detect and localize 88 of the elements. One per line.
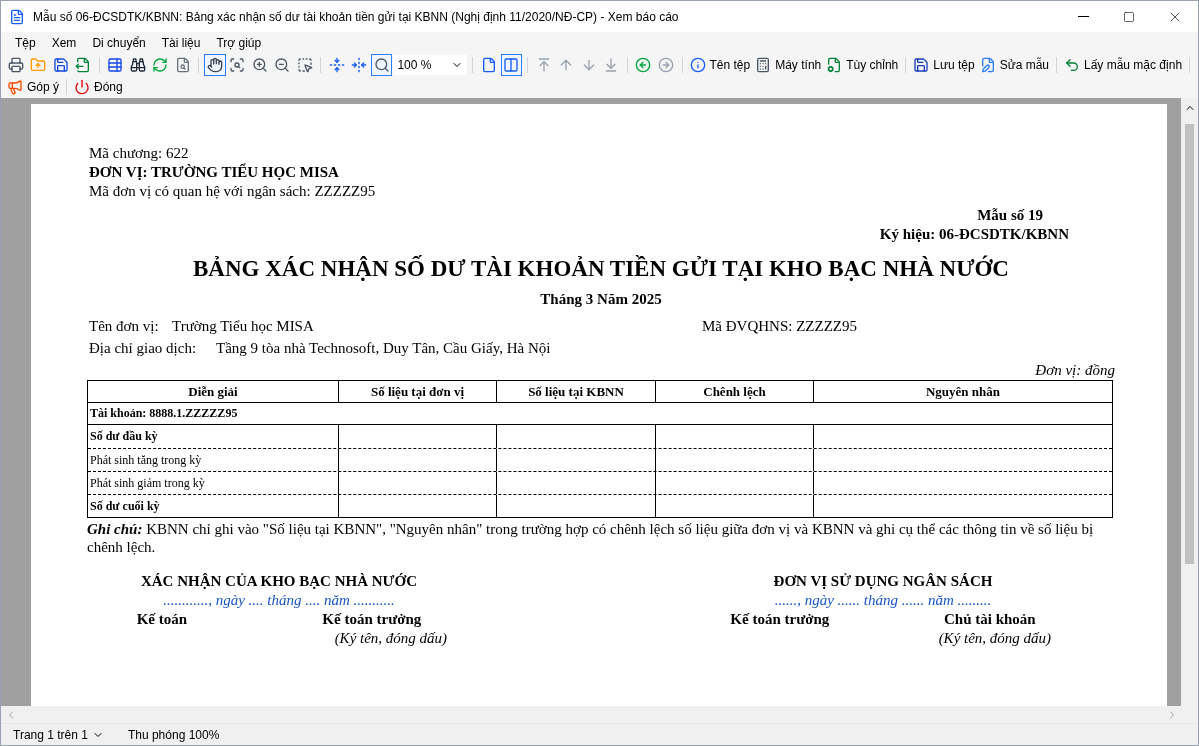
- note-paragraph: Ghi chú: KBNN chỉ ghi vào "Số liệu tại KBNN", "Nguyên nhân" trong trường hợp có chênh lệch số liệu giữa đơn vị và KBNN và ghi cụ thể các thông tin về số liệu bị chênh lệch.: [87, 520, 1095, 556]
- megaphone-icon: [7, 79, 23, 95]
- signature-hint: (Ký tên, đóng dấu): [334, 629, 448, 648]
- export-icon: [74, 57, 91, 73]
- column-header: Nguyên nhân: [813, 381, 1112, 402]
- two-page-icon: [503, 57, 520, 73]
- date-line: ......, ngày ...... tháng ...... năm .........: [774, 591, 992, 610]
- fit-width-icon: [351, 57, 368, 73]
- actual-size-button[interactable]: [371, 54, 393, 76]
- single-page-icon: [481, 57, 498, 73]
- signer-role: Kế toán trưởng: [730, 610, 830, 629]
- column-header: Diễn giải: [187, 383, 239, 401]
- zoom-combo[interactable]: 100 %: [393, 55, 468, 75]
- vertical-scrollbar[interactable]: [1181, 98, 1198, 706]
- zoom-in-icon: [251, 57, 268, 73]
- back-icon: [635, 57, 652, 73]
- zoom-fit-icon: [229, 57, 246, 73]
- toolbar-button[interactable]: Máy tính: [753, 54, 824, 76]
- hand-button[interactable]: [204, 54, 226, 76]
- unit-value: Trường Tiểu học MISA: [172, 317, 315, 336]
- toolbar-button[interactable]: Tùy chỉnh: [824, 54, 901, 76]
- two-page-button[interactable]: [500, 54, 523, 76]
- printer-icon: [7, 57, 24, 73]
- maximize-icon: [1123, 10, 1135, 23]
- actual-size-icon: [373, 57, 390, 73]
- date-line: ............, ngày .... tháng .... năm ...........: [163, 591, 395, 610]
- form-code: Ký hiệu: 06-ĐCSDTK/KBNN: [879, 225, 1069, 244]
- row-label: Số dư đầu kỳ: [90, 428, 158, 445]
- signer-role: Kế toán trưởng: [322, 610, 422, 629]
- menu-item[interactable]: Xem: [45, 34, 83, 52]
- form-number: Mẫu số 19: [977, 206, 1044, 225]
- menu-item[interactable]: Di chuyển: [86, 34, 152, 52]
- customize-icon: [826, 57, 843, 73]
- calculator-icon: [755, 57, 772, 73]
- signature-heading: XÁC NHẬN CỦA KHO BẠC NHÀ NƯỚC: [140, 572, 418, 591]
- row-label: Phát sinh tăng trong kỳ: [90, 451, 202, 469]
- toolbar-button[interactable]: Lấy mẫu mặc định: [1062, 54, 1185, 76]
- signature-heading: ĐƠN VỊ SỬ DỤNG NGÂN SÁCH: [773, 572, 993, 591]
- row-label: Phát sinh giảm trong kỳ: [90, 474, 205, 492]
- address-value: Tầng 9 tòa nhà Technosoft, Duy Tân, Cầu Giấy, Hà Nội: [216, 339, 551, 358]
- window-title: Mẫu số 06-ĐCSDTK/KBNN: Bảng xác nhận số dư tài khoản tiền gửi tại KBNN (Nghị định 11/2020/NĐ-CP) - Xem báo cáo: [33, 8, 680, 26]
- binoculars-icon: [129, 57, 146, 73]
- info-icon: [689, 57, 706, 73]
- zoom-area-icon: [296, 57, 313, 73]
- account-label: Tài khoản: 8888.1.ZZZZZ95: [90, 405, 238, 422]
- page-indicator[interactable]: Trang 1 trên 1: [13, 725, 104, 744]
- hand-icon: [206, 57, 223, 73]
- column-header: Số liệu tại KBNN: [496, 381, 655, 402]
- report-title: BẢNG XÁC NHẬN SỐ DƯ TÀI KHOẢN TIỀN GỬI TẠI KHO BẠC NHÀ NƯỚC: [192, 254, 1010, 283]
- column-header: Số liệu tại đơn vị: [338, 381, 496, 402]
- signature-hint: (Ký tên, đóng dấu): [938, 629, 1052, 648]
- toolbar-button[interactable]: Góp ý: [5, 76, 61, 98]
- row-label: Số dư cuối kỳ: [90, 497, 160, 515]
- header-line: Mã chương: 622: [89, 144, 190, 163]
- minimize-icon: [1077, 16, 1089, 17]
- save-icon: [913, 57, 930, 73]
- toolbar-button[interactable]: Tên tệp: [687, 54, 753, 76]
- edit-icon: [979, 57, 996, 73]
- zoom-status: Thu phóng 100%: [127, 726, 220, 744]
- header-line: ĐƠN VỊ: TRƯỜNG TIỂU HỌC MISA: [89, 163, 340, 182]
- toolbar-button[interactable]: Lưu tệp: [911, 54, 977, 76]
- report-period: Tháng 3 Năm 2025: [539, 290, 663, 309]
- refresh-icon: [152, 57, 169, 73]
- menu-item[interactable]: Tệp: [9, 34, 42, 52]
- address-label: Địa chỉ giao dịch:: [89, 339, 198, 358]
- header-line: Mã đơn vị có quan hệ với ngân sách: ZZZZZ95: [89, 182, 377, 201]
- save-icon: [52, 57, 69, 73]
- toolbar-button[interactable]: Sửa mẫu: [977, 54, 1052, 76]
- budget-code: Mã ĐVQHNS: ZZZZZ95: [702, 317, 857, 336]
- page-search-icon: [174, 57, 191, 73]
- fit-height-icon: [328, 57, 345, 73]
- zoom-out-icon: [274, 57, 291, 73]
- power-icon: [74, 79, 90, 95]
- horizontal-scrollbar[interactable]: [1, 706, 1198, 723]
- app-icon: [9, 8, 25, 25]
- toolbar-button[interactable]: Đóng: [72, 76, 125, 98]
- unit-label: Tên đơn vị:: [89, 317, 160, 336]
- signer-role: Chủ tài khoản: [943, 610, 1036, 629]
- zoom-value: 100 %: [397, 57, 432, 74]
- undo-icon: [1064, 57, 1080, 73]
- currency-unit: Đơn vị: đồng: [1034, 361, 1115, 380]
- menu-item[interactable]: Trợ giúp: [210, 34, 268, 52]
- folder-icon: [30, 57, 47, 73]
- menu-item[interactable]: Tài liệu: [155, 34, 207, 52]
- list-icon: [107, 57, 124, 73]
- forward-icon: [657, 57, 674, 73]
- signer-role: Kế toán: [136, 610, 188, 629]
- column-header: Chênh lệch: [655, 381, 813, 402]
